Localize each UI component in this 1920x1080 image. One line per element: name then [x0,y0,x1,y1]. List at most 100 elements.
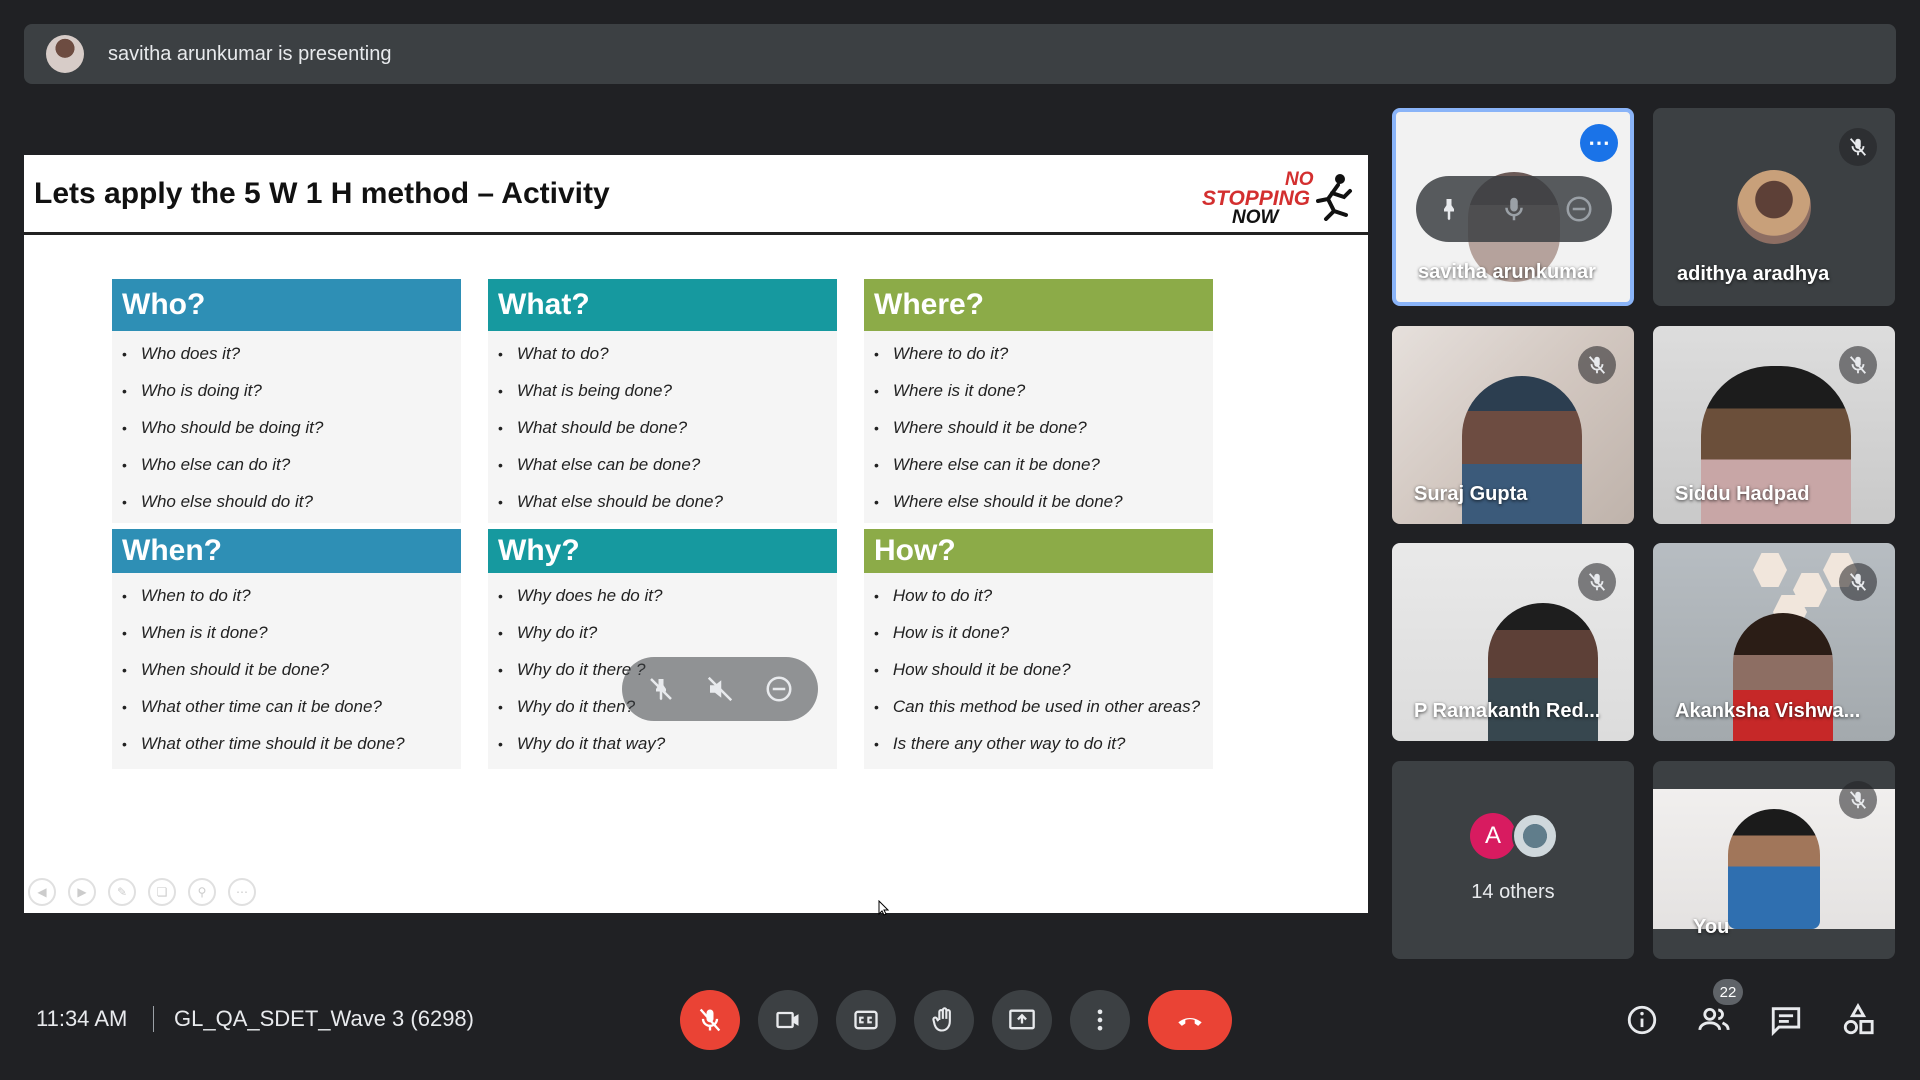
list-item: Who should be doing it? [122,409,461,446]
copy-icon[interactable]: ❏ [148,878,176,906]
list-item: What should be done? [498,409,837,446]
slide-controls: ◀ ▶ ✎ ❏ ⚲ ⋯ [28,878,256,906]
list-item: Who else should do it? [122,483,461,520]
participant-name: savitha arunkumar [1418,261,1596,283]
card-heading: How? [864,529,1213,573]
list-item: What other time should it be done? [122,725,461,762]
avatar: A [1470,813,1516,859]
volume-off-icon[interactable] [705,674,735,704]
presented-slide: Lets apply the 5 W 1 H method – Activity… [24,155,1368,913]
card-heading: When? [112,529,461,573]
mic-off-icon [1578,563,1616,601]
mic-icon[interactable] [1499,194,1529,224]
remove-icon[interactable] [1564,194,1594,224]
why-card: Why? Why does he do it? Why do it? Why d… [488,529,837,769]
no-stopping-now-logo: NO STOPPING NOW [1190,165,1360,228]
participant-tile-others[interactable]: A 14 others [1392,761,1634,959]
presenting-banner: savitha arunkumar is presenting [24,24,1896,84]
more-options-button[interactable] [1070,990,1130,1050]
end-call-icon [1178,1017,1202,1026]
list-item: What is being done? [498,372,837,409]
activities-button[interactable] [1838,1000,1878,1040]
more-options-icon[interactable]: ⋯ [1580,124,1618,162]
participant-name: Siddu Hadpad [1675,483,1810,505]
participant-name: You [1693,916,1730,938]
divider [153,1006,154,1032]
meeting-details-button[interactable] [1622,1000,1662,1040]
list-item: When to do it? [122,577,461,614]
people-count-badge: 22 [1713,979,1743,1005]
participant-tile-suraj[interactable]: Suraj Gupta [1392,326,1634,524]
chat-button[interactable] [1766,1000,1806,1040]
participant-tile-adithya[interactable]: adithya aradhya [1653,108,1895,306]
list-item: Who does it? [122,335,461,372]
closed-captions-icon [854,1010,878,1030]
list-item: Can this method be used in other areas? [874,688,1213,725]
list-item: Where else should it be done? [874,483,1213,520]
previous-slide-icon[interactable]: ◀ [28,878,56,906]
participant-tile-ramakanth[interactable]: P Ramakanth Red... [1392,543,1634,741]
pen-icon[interactable]: ✎ [108,878,136,906]
participant-tile-akanksha[interactable]: Akanksha Vishwa... [1653,543,1895,741]
list-item: When should it be done? [122,651,461,688]
title-divider [24,232,1368,235]
people-button[interactable] [1694,1000,1734,1040]
slide-title: Lets apply the 5 W 1 H method – Activity [34,177,610,210]
avatar [1737,170,1811,244]
when-card: When? When to do it? When is it done? Wh… [112,529,461,769]
what-card: What? What to do? What is being done? Wh… [488,279,837,523]
participant-name: P Ramakanth Red... [1414,700,1601,722]
camera-toggle-button[interactable] [758,990,818,1050]
list-item: What else can be done? [498,446,837,483]
participant-name: Suraj Gupta [1414,483,1528,505]
participant-name: Akanksha Vishwa... [1675,700,1861,722]
activities-icon [1843,1003,1874,1035]
list-item: How is it done? [874,614,1213,651]
list-item: Where to do it? [874,335,1213,372]
zoom-icon[interactable]: ⚲ [188,878,216,906]
pin-icon[interactable] [1434,194,1464,224]
where-card: Where? Where to do it? Where is it done?… [864,279,1213,523]
list-item: When is it done? [122,614,461,651]
participant-tile-siddu[interactable]: Siddu Hadpad [1653,326,1895,524]
list-item: Where is it done? [874,372,1213,409]
card-heading: Why? [488,529,837,573]
list-item: Who else can do it? [122,446,461,483]
raise-hand-button[interactable] [914,990,974,1050]
list-item: Is there any other way to do it? [874,725,1213,762]
hand-icon [932,1007,951,1032]
presenter-avatar [46,35,84,73]
clock: 11:34 AM [36,1006,128,1031]
next-slide-icon[interactable]: ▶ [68,878,96,906]
present-now-button[interactable] [992,990,1052,1050]
card-heading: Who? [112,279,461,331]
presenting-text: savitha arunkumar is presenting [108,42,392,65]
wall-decor [1753,553,1787,587]
list-item: What to do? [498,335,837,372]
list-item: Why do it? [498,614,837,651]
others-count: 14 others [1471,881,1555,903]
how-card: How? How to do it? How is it done? How s… [864,529,1213,769]
mouse-cursor-icon [878,900,890,916]
remove-icon[interactable] [764,674,794,704]
info-icon [1627,1005,1657,1035]
list-item: What else should be done? [498,483,837,520]
unpin-icon[interactable] [646,674,676,704]
avatar [1512,813,1558,859]
mic-off-icon [1839,563,1877,601]
list-item: Why do it that way? [498,725,837,762]
captions-button[interactable] [836,990,896,1050]
microphone-toggle-button[interactable] [680,990,740,1050]
participant-tile-savitha[interactable]: ⋯ savitha arunkumar [1392,108,1634,306]
leave-call-button[interactable] [1148,990,1232,1050]
list-item: What other time can it be done? [122,688,461,725]
card-heading: Where? [864,279,1213,331]
camera-icon [776,1011,799,1029]
list-item: Why does he do it? [498,577,837,614]
participant-tile-you[interactable]: You [1653,761,1895,959]
mic-off-icon [1578,346,1616,384]
participant-name: adithya aradhya [1677,263,1830,285]
meeting-name: GL_QA_SDET_Wave 3 (6298) [174,1006,474,1031]
more-icon[interactable]: ⋯ [228,878,256,906]
list-item: Where should it be done? [874,409,1213,446]
